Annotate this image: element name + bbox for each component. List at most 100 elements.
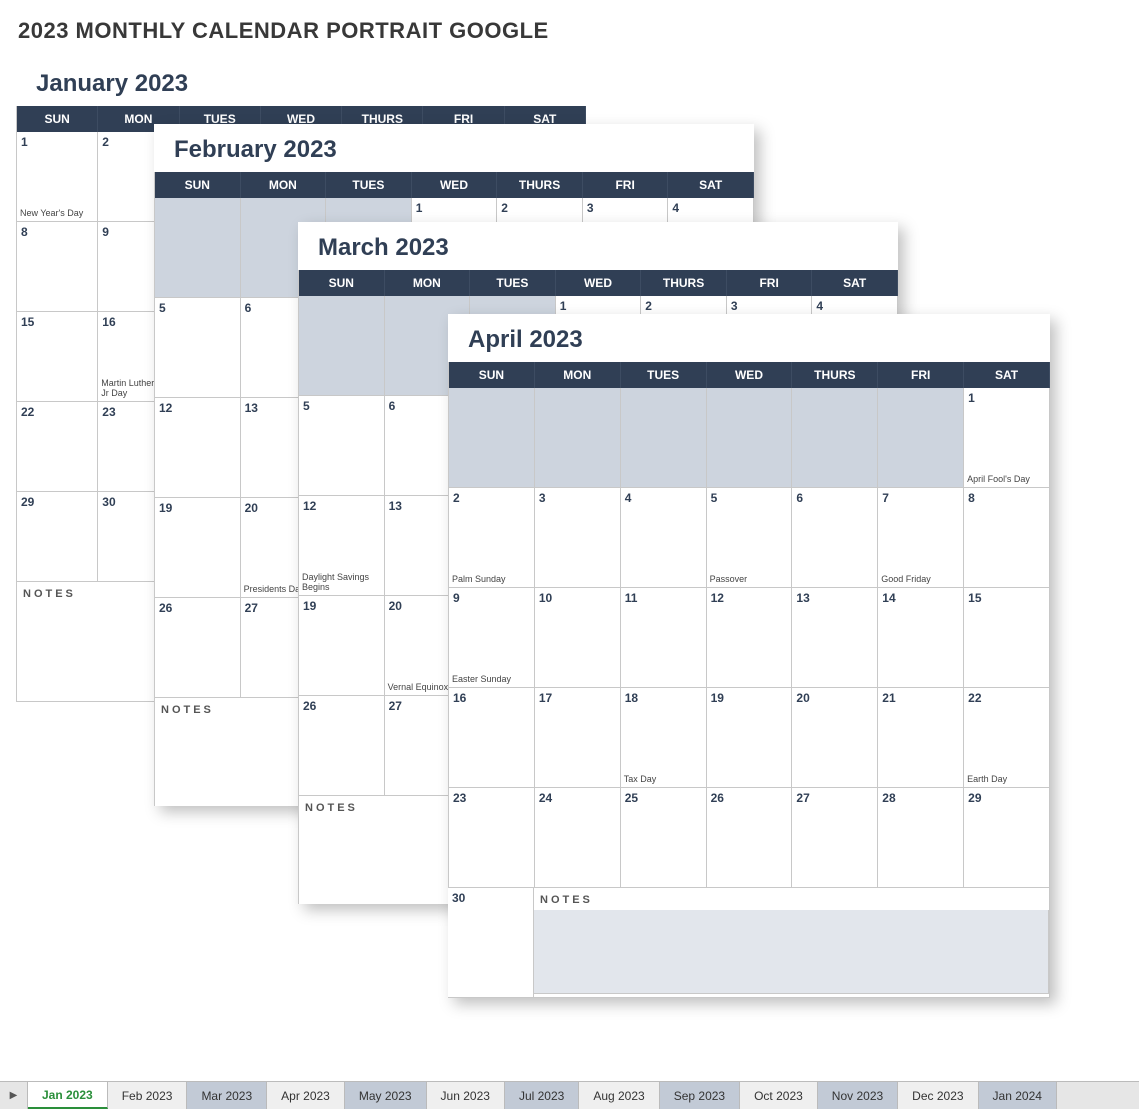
- calendar-cell[interactable]: 5: [299, 396, 385, 496]
- sheet-tab[interactable]: Dec 2023: [898, 1082, 978, 1109]
- tab-scroll-icon[interactable]: ▶: [0, 1082, 28, 1109]
- sheet-tab[interactable]: Sep 2023: [660, 1082, 740, 1109]
- calendar-cell-pad[interactable]: [621, 388, 707, 488]
- calendar-cell[interactable]: 28: [878, 788, 964, 888]
- calendar-cell-pad[interactable]: [155, 198, 241, 298]
- calendar-cell[interactable]: 2Palm Sunday: [449, 488, 535, 588]
- calendar-cell[interactable]: 19: [299, 596, 385, 696]
- page-title: 2023 MONTHLY CALENDAR PORTRAIT GOOGLE: [0, 0, 1139, 52]
- calendar-cell[interactable]: 15: [17, 312, 98, 402]
- calendar-cell-pad[interactable]: [535, 388, 621, 488]
- calendar-cell[interactable]: 26: [299, 696, 385, 796]
- calendar-cell[interactable]: 1New Year's Day: [17, 132, 98, 222]
- day-header: MON: [385, 270, 471, 296]
- sheet-tab[interactable]: Aug 2023: [579, 1082, 659, 1109]
- day-header: FRI: [583, 172, 669, 198]
- day-number: 8: [21, 225, 93, 239]
- calendar-cell[interactable]: 14: [878, 588, 964, 688]
- day-number: 5: [303, 399, 380, 413]
- sheet-tab[interactable]: Jan 2023: [28, 1082, 108, 1109]
- sheet-tab[interactable]: Feb 2023: [108, 1082, 188, 1109]
- day-number: 29: [21, 495, 93, 509]
- calendar-cell[interactable]: 20: [792, 688, 878, 788]
- day-header: FRI: [727, 270, 813, 296]
- calendar-cell[interactable]: 24: [535, 788, 621, 888]
- calendar-cell[interactable]: 25: [621, 788, 707, 888]
- day-header: THURS: [497, 172, 583, 198]
- calendar-cell[interactable]: 30: [448, 888, 534, 998]
- calendar-cell[interactable]: 3: [535, 488, 621, 588]
- calendar-cell[interactable]: 12: [707, 588, 793, 688]
- calendar-cell[interactable]: 1April Fool's Day: [964, 388, 1050, 488]
- day-number: 3: [731, 299, 808, 313]
- calendar-cell[interactable]: 15: [964, 588, 1050, 688]
- day-header: WED: [412, 172, 498, 198]
- day-number: 11: [625, 591, 702, 605]
- day-number: 7: [882, 491, 959, 505]
- calendar-cell[interactable]: 22: [17, 402, 98, 492]
- calendar-cell[interactable]: 17: [535, 688, 621, 788]
- calendar-cell[interactable]: 5: [155, 298, 241, 398]
- calendar-cell[interactable]: 5 Passover: [707, 488, 793, 588]
- day-header: THURS: [641, 270, 727, 296]
- calendar-cell[interactable]: 19: [155, 498, 241, 598]
- calendar-cell[interactable]: 9Easter Sunday: [449, 588, 535, 688]
- calendar-cell[interactable]: 26: [155, 598, 241, 698]
- sheet-tab[interactable]: Jan 2024: [979, 1082, 1057, 1109]
- calendar-cell[interactable]: 11: [621, 588, 707, 688]
- day-number: 19: [303, 599, 380, 613]
- day-number: 12: [159, 401, 236, 415]
- sheet-tab[interactable]: Mar 2023: [187, 1082, 267, 1109]
- calendar-cell[interactable]: 12Daylight Savings Begins: [299, 496, 385, 596]
- calendar-cell[interactable]: 13: [792, 588, 878, 688]
- calendar-cell[interactable]: 19: [707, 688, 793, 788]
- calendar-cell[interactable]: 18Tax Day: [621, 688, 707, 788]
- day-number: 15: [968, 591, 1045, 605]
- calendar-cell[interactable]: 7Good Friday: [878, 488, 964, 588]
- day-event: Passover: [710, 575, 789, 585]
- calendar-cell-pad[interactable]: [878, 388, 964, 488]
- sheet-tab[interactable]: Jul 2023: [505, 1082, 579, 1109]
- calendar-cell[interactable]: 10: [535, 588, 621, 688]
- day-number: 8: [968, 491, 1045, 505]
- day-number: 14: [882, 591, 959, 605]
- day-number: 16: [453, 691, 530, 705]
- calendar-cell[interactable]: 27: [792, 788, 878, 888]
- calendar-cell[interactable]: 22Earth Day: [964, 688, 1050, 788]
- sheet-tab[interactable]: Oct 2023: [740, 1082, 818, 1109]
- calendar-cell[interactable]: 8: [17, 222, 98, 312]
- calendar-cell[interactable]: 4: [621, 488, 707, 588]
- day-number: 26: [303, 699, 380, 713]
- day-event: Tax Day: [624, 775, 703, 785]
- sheet-tab[interactable]: Apr 2023: [267, 1082, 345, 1109]
- calendar-cell-pad[interactable]: [792, 388, 878, 488]
- day-number: 21: [882, 691, 959, 705]
- day-event: Daylight Savings Begins: [302, 573, 381, 593]
- calendar-cell[interactable]: 29: [964, 788, 1050, 888]
- day-number: 5: [711, 491, 788, 505]
- day-number: 19: [159, 501, 236, 515]
- day-number: 1: [416, 201, 493, 215]
- notes-label: NOTES: [534, 888, 1049, 906]
- sheet-tab[interactable]: May 2023: [345, 1082, 427, 1109]
- day-header: TUES: [326, 172, 412, 198]
- calendar-cell[interactable]: 26: [707, 788, 793, 888]
- notes-area[interactable]: [534, 910, 1049, 994]
- calendar-cell[interactable]: 29: [17, 492, 98, 582]
- calendar-cell-pad[interactable]: [707, 388, 793, 488]
- calendar-cell[interactable]: 8: [964, 488, 1050, 588]
- calendar-cell[interactable]: 6: [792, 488, 878, 588]
- day-number: 4: [816, 299, 893, 313]
- calendar-cell[interactable]: 21: [878, 688, 964, 788]
- calendar-cell[interactable]: 16: [449, 688, 535, 788]
- calendar-cell[interactable]: 23: [449, 788, 535, 888]
- calendar-cell-pad[interactable]: [449, 388, 535, 488]
- day-header: MON: [241, 172, 327, 198]
- calendar-cell[interactable]: 12: [155, 398, 241, 498]
- sheet-tab[interactable]: Jun 2023: [427, 1082, 505, 1109]
- day-number: 3: [587, 201, 664, 215]
- calendar-cell-pad[interactable]: [299, 296, 385, 396]
- sheet-tab[interactable]: Nov 2023: [818, 1082, 898, 1109]
- sheet-tab-bar: ▶ Jan 2023Feb 2023Mar 2023Apr 2023May 20…: [0, 1081, 1139, 1109]
- day-header: WED: [707, 362, 793, 388]
